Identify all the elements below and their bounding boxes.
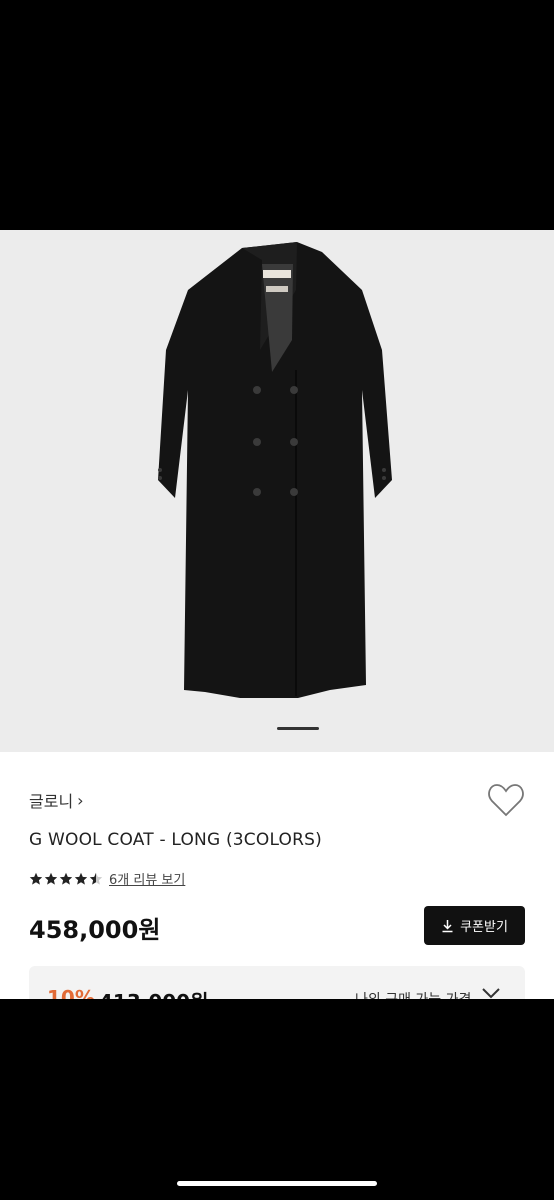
heart-icon[interactable] [487, 782, 525, 818]
rating-stars [29, 872, 103, 886]
discount-percent: 10% [47, 986, 95, 999]
brand-name: 글로니 [29, 792, 74, 811]
star-icon [29, 872, 43, 885]
star-icon [44, 872, 58, 885]
brand-link[interactable]: 글로니 › [29, 788, 84, 812]
carousel-indicator [277, 727, 319, 730]
chevron-right-icon: › [77, 790, 84, 810]
star-icon [74, 872, 88, 885]
star-icon [89, 872, 103, 885]
product-title: G WOOL COAT - LONG (3COLORS) [29, 830, 322, 850]
coupon-button-label: 쿠폰받기 [460, 920, 508, 935]
discount-price: 413,000원 [99, 986, 209, 999]
my-purchase-price-label: 나의 구매 가능 가격 [355, 989, 471, 999]
discount-box[interactable]: 10% 413,000원 나의 구매 가능 가격 [29, 966, 525, 999]
chevron-down-icon [482, 988, 500, 999]
coupon-button[interactable]: 쿠폰받기 [424, 906, 525, 945]
coat-illustration [158, 242, 392, 698]
bottom-black-area [0, 999, 554, 1200]
product-image[interactable] [0, 230, 554, 752]
review-link[interactable]: 6개 리뷰 보기 [109, 869, 185, 888]
rating-row: 6개 리뷰 보기 [29, 869, 185, 888]
home-indicator [177, 1181, 377, 1186]
product-price: 458,000원 [29, 916, 161, 944]
top-black-area [0, 0, 554, 230]
star-icon [59, 872, 73, 885]
product-info-panel: 글로니 › G WOOL COAT - LONG (3COLORS) 6개 리뷰… [0, 752, 554, 999]
download-icon [442, 919, 453, 932]
